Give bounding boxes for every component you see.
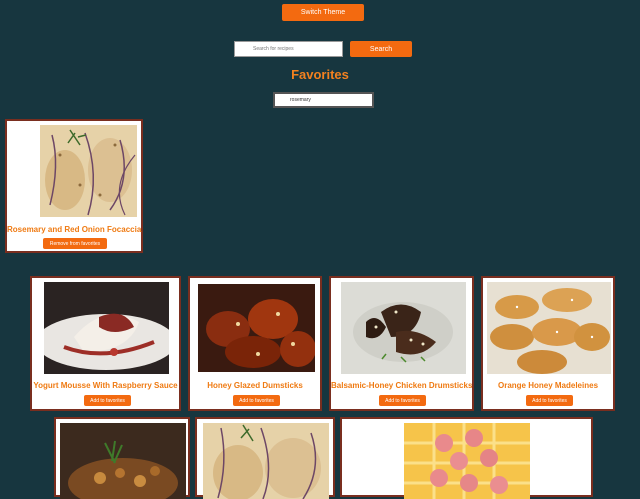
- recipe-card: [195, 417, 335, 499]
- recipe-title: Yogurt Mousse With Raspberry Sauce: [33, 381, 178, 390]
- recipe-image-madeleines[interactable]: [487, 282, 611, 374]
- recipe-image-focaccia[interactable]: [203, 423, 329, 499]
- recipe-card: [340, 417, 593, 499]
- recipe-image-honey-dumsticks[interactable]: [198, 284, 315, 372]
- add-to-favorites-button[interactable]: Add to favorites: [379, 395, 426, 406]
- add-to-favorites-button[interactable]: Add to favorites: [84, 395, 131, 406]
- recipe-image-yogurt-mousse[interactable]: [44, 282, 169, 374]
- favorites-heading: Favorites: [291, 67, 349, 82]
- recipe-card: [54, 417, 190, 499]
- recipe-image-balsamic-chicken[interactable]: [341, 282, 466, 374]
- recipe-title: Balsamic-Honey Chicken Drumsticks: [331, 381, 473, 390]
- recipe-image-focaccia[interactable]: [40, 125, 137, 217]
- recipe-card: Yogurt Mousse With Raspberry Sauce Add t…: [30, 276, 181, 411]
- recipe-title: Rosemary and Red Onion Focaccia: [7, 225, 142, 234]
- remove-from-favorites-button[interactable]: Remove from favorites: [43, 238, 107, 249]
- recipe-card: Honey Glazed Dumsticks Add to favorites: [188, 276, 322, 411]
- search-input[interactable]: [234, 41, 343, 57]
- search-button[interactable]: Search: [350, 41, 412, 57]
- recipe-title: Orange Honey Madeleines: [497, 381, 599, 390]
- favorite-card: Rosemary and Red Onion Focaccia Remove f…: [5, 119, 143, 253]
- recipe-card: Orange Honey Madeleines Add to favorites: [481, 276, 615, 411]
- recipe-title: Honey Glazed Dumsticks: [207, 381, 303, 390]
- recipe-image-pink-cookies[interactable]: [404, 423, 530, 499]
- recipe-card: Balsamic-Honey Chicken Drumsticks Add to…: [329, 276, 474, 411]
- recipe-image-stew[interactable]: [60, 423, 186, 499]
- add-to-favorites-button[interactable]: Add to favorites: [233, 395, 280, 406]
- favorites-filter-input[interactable]: [273, 92, 374, 108]
- add-to-favorites-button[interactable]: Add to favorites: [526, 395, 573, 406]
- switch-theme-button[interactable]: Switch Theme: [282, 4, 364, 21]
